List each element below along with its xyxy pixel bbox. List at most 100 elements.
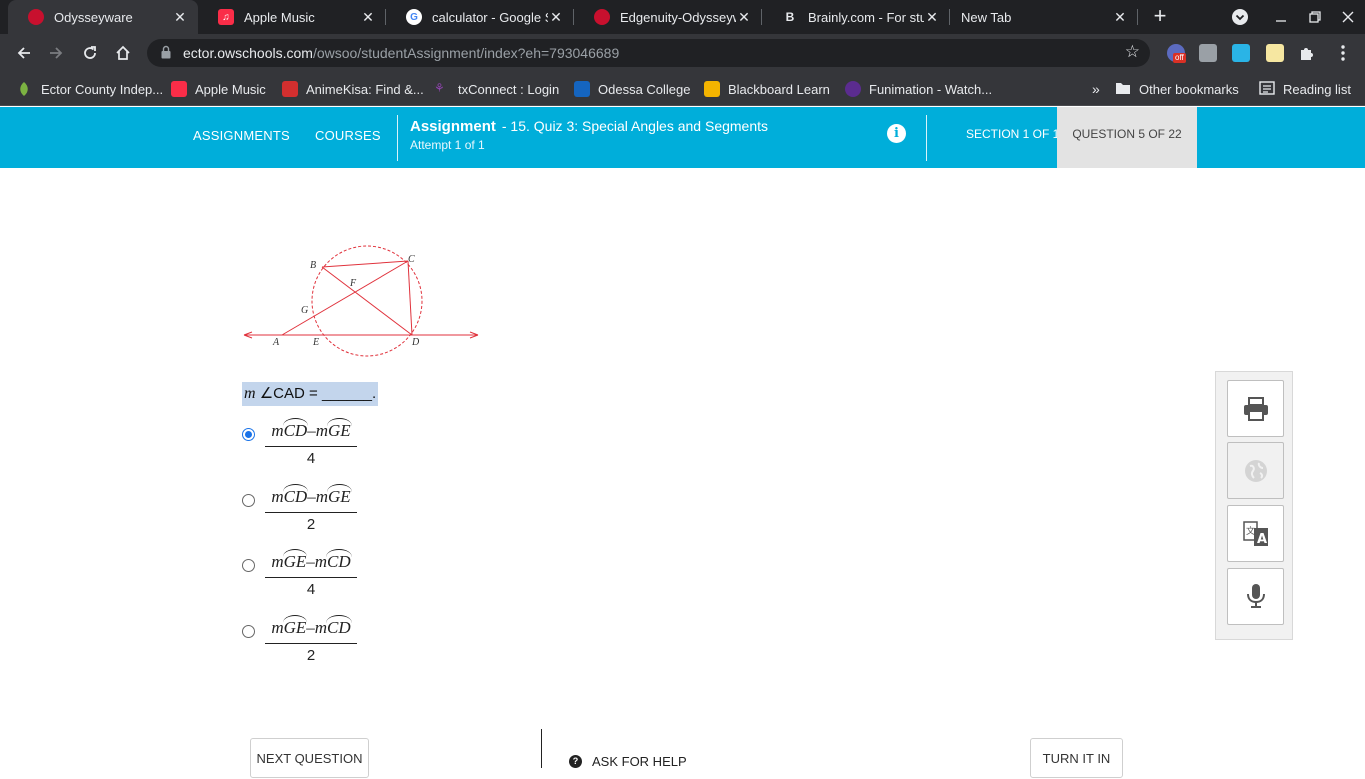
nav-assignments[interactable]: ASSIGNMENTS xyxy=(193,107,290,168)
browser-tab-brainly[interactable]: B Brainly.com - For stud ✕ xyxy=(762,0,950,34)
bookmarks-overflow-button[interactable]: » xyxy=(1092,72,1100,106)
arc-label: CD xyxy=(282,484,308,506)
bookmark-item[interactable]: Ector County Indep... xyxy=(17,72,163,106)
radio-button[interactable] xyxy=(242,625,255,638)
radio-button[interactable] xyxy=(242,559,255,572)
reading-list[interactable]: Reading list xyxy=(1259,72,1351,106)
close-tab-icon[interactable]: ✕ xyxy=(360,9,376,26)
address-bar[interactable]: ector.owschools.com/owsoo/studentAssignm… xyxy=(147,39,1150,67)
arc-label: CD xyxy=(282,418,308,440)
browser-tab-apple-music[interactable]: ♫ Apple Music ✕ xyxy=(198,0,386,34)
fraction-numerator: mCD–mGE xyxy=(271,484,352,506)
operator: – xyxy=(306,618,315,637)
svg-text:A: A xyxy=(1257,532,1267,547)
microphone-button[interactable] xyxy=(1227,568,1284,625)
notes-extension-icon[interactable] xyxy=(1266,44,1284,62)
minimize-icon[interactable] xyxy=(1264,0,1298,34)
fraction-bar xyxy=(265,643,357,644)
footer-divider xyxy=(541,729,542,768)
odessa-college-icon xyxy=(574,81,590,97)
label-point-f: F xyxy=(349,278,357,289)
label-point-d: D xyxy=(411,337,420,348)
browser-tab-odysseyware[interactable]: Odysseyware ✕ xyxy=(8,0,198,34)
new-tab-button[interactable]: + xyxy=(1150,4,1170,30)
other-bookmarks[interactable]: Other bookmarks xyxy=(1115,72,1239,106)
brainly-favicon-icon: B xyxy=(785,10,795,24)
bookmark-item[interactable]: Apple Music xyxy=(171,72,266,106)
fraction-denominator: 2 xyxy=(306,516,316,533)
radio-button[interactable] xyxy=(242,428,255,441)
home-icon[interactable] xyxy=(107,34,139,72)
choice-fraction: mGE–mCD 2 xyxy=(263,615,359,666)
globe-button[interactable] xyxy=(1227,442,1284,499)
next-question-button[interactable]: NEXT QUESTION xyxy=(250,738,369,778)
bookmark-item[interactable]: AnimeKisa: Find &... xyxy=(282,72,424,106)
close-tab-icon[interactable]: ✕ xyxy=(1112,9,1128,26)
animekisa-icon xyxy=(282,81,298,97)
arc-label: GE xyxy=(282,615,307,637)
ask-for-help-button[interactable]: ? ASK FOR HELP xyxy=(569,752,687,770)
prompt-variable: m xyxy=(244,385,256,402)
reading-list-icon xyxy=(1259,81,1275,97)
fraction-bar xyxy=(265,446,357,447)
bookmark-label: Odessa College xyxy=(598,81,691,97)
bookmarks-bar: Ector County Indep... Apple Music AnimeK… xyxy=(0,72,1365,106)
close-tab-icon[interactable]: ✕ xyxy=(736,9,752,26)
info-icon[interactable]: i xyxy=(887,124,906,143)
bookmark-label: Blackboard Learn xyxy=(728,81,830,97)
extension-icon[interactable] xyxy=(1199,44,1217,62)
bookmark-label: Apple Music xyxy=(195,81,266,97)
tab-search-icon[interactable] xyxy=(1223,0,1257,34)
bookmark-label: Other bookmarks xyxy=(1139,81,1239,97)
microphone-icon xyxy=(1247,584,1265,608)
turn-it-in-button[interactable]: TURN IT IN xyxy=(1030,738,1123,778)
close-window-icon[interactable] xyxy=(1331,0,1365,34)
reload-icon[interactable] xyxy=(74,34,106,72)
bookmark-label: txConnect : Login xyxy=(458,81,560,97)
label-point-c: C xyxy=(408,254,415,265)
radio-button[interactable] xyxy=(242,494,255,507)
section-indicator[interactable]: SECTION 1 OF 1 xyxy=(966,107,1059,168)
translate-button[interactable]: A 文 xyxy=(1227,505,1284,562)
label-point-a: A xyxy=(272,337,280,348)
printer-icon xyxy=(1244,397,1268,421)
arc-label: GE xyxy=(327,418,352,440)
bookmark-star-icon[interactable]: ☆ xyxy=(1125,42,1140,62)
back-icon[interactable] xyxy=(8,34,40,72)
question-indicator[interactable]: QUESTION 5 OF 22 xyxy=(1057,107,1197,168)
globe-icon xyxy=(1245,460,1267,482)
bookmark-item[interactable]: Odessa College xyxy=(574,72,691,106)
menu-dots-icon[interactable] xyxy=(1334,44,1352,62)
assignment-name: - 15. Quiz 3: Special Angles and Segment… xyxy=(501,118,769,134)
browser-tab-strip: Odysseyware ✕ ♫ Apple Music ✕ G calculat… xyxy=(0,0,1365,34)
close-tab-icon[interactable]: ✕ xyxy=(172,9,188,26)
figure-line-cd xyxy=(407,260,413,336)
bookmark-label: AnimeKisa: Find &... xyxy=(306,81,424,97)
apple-music-favicon-icon: ♫ xyxy=(218,9,234,25)
restore-icon[interactable] xyxy=(1298,0,1332,34)
fraction-bar xyxy=(265,577,357,578)
print-button[interactable] xyxy=(1227,380,1284,437)
forward-icon[interactable] xyxy=(40,34,72,72)
google-favicon-icon: G xyxy=(406,9,422,25)
browser-tab-edgenuity[interactable]: Edgenuity-Odysseywa ✕ xyxy=(574,0,762,34)
extension-icon[interactable]: off xyxy=(1167,44,1186,63)
attempt-count: Attempt 1 of 1 xyxy=(410,138,485,152)
choice-fraction: mCD–mGE 2 xyxy=(263,484,359,535)
browser-tab-calculator[interactable]: G calculator - Google Se ✕ xyxy=(386,0,574,34)
cloud-extension-icon[interactable] xyxy=(1232,44,1250,62)
nav-courses[interactable]: COURSES xyxy=(315,107,381,168)
browser-tab-new-tab[interactable]: New Tab ✕ xyxy=(950,0,1138,34)
bookmark-item[interactable]: Funimation - Watch... xyxy=(845,72,992,106)
puzzle-icon[interactable] xyxy=(1298,44,1316,62)
close-tab-icon[interactable]: ✕ xyxy=(924,9,940,26)
app-header: ASSIGNMENTS COURSES Assignment - 15. Quiz… xyxy=(0,107,1365,168)
bookmark-item[interactable]: ⚘ txConnect : Login xyxy=(434,72,559,106)
close-tab-icon[interactable]: ✕ xyxy=(548,9,564,26)
help-icon: ? xyxy=(569,754,582,768)
operator: – xyxy=(306,552,315,571)
choice-fraction: mCD–mGE 4 xyxy=(263,418,359,469)
figure-line-bc xyxy=(321,260,409,268)
bookmark-item[interactable]: Blackboard Learn xyxy=(704,72,830,106)
label-point-e: E xyxy=(312,337,319,348)
